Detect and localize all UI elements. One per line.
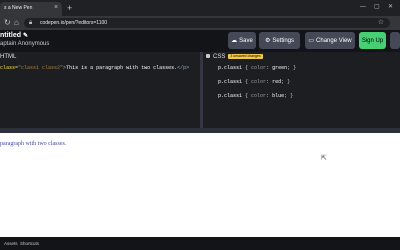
preview-paragraph: paragraph with two classes.: [0, 141, 67, 147]
css-rule[interactable]: p.class1 { color: green; }: [218, 65, 296, 72]
browser-toolbar: ↻ ⌂ 🔒︎ codepen.io/pen/?editors=1100 ☆: [0, 16, 400, 30]
change-view-label: Change View: [316, 37, 352, 44]
css-editor[interactable]: CSS 3 unsaved changes p.class1 { color: g…: [203, 52, 400, 128]
login-button[interactable]: [390, 32, 400, 49]
gear-icon[interactable]: [206, 54, 210, 58]
signup-label: Sign Up: [361, 37, 384, 44]
save-label: Save: [239, 37, 253, 44]
new-tab-icon[interactable]: +: [67, 3, 72, 13]
browser-tab[interactable]: s a New Pen ×: [0, 2, 62, 16]
html-attr-value: "class1 class2": [18, 65, 64, 71]
maximize-icon[interactable]: ▢: [374, 3, 380, 11]
pen-title-text: ntitled: [0, 32, 21, 39]
pen-title[interactable]: ntitled ✎: [0, 32, 28, 39]
url-text: codepen.io/pen/?editors=1100: [40, 20, 108, 26]
shortcuts-button[interactable]: Shortcuts: [20, 241, 39, 246]
css-editor-title: CSS: [213, 54, 226, 60]
minimize-icon[interactable]: —: [360, 3, 366, 11]
close-window-icon[interactable]: ✕: [388, 3, 393, 11]
home-icon[interactable]: ⌂: [14, 18, 19, 28]
reload-icon[interactable]: ↻: [4, 18, 11, 28]
tab-title: s a New Pen: [4, 5, 33, 11]
css-rule[interactable]: p.class1 { color: blue; }: [218, 93, 293, 100]
html-editor-title: HTML: [0, 54, 17, 60]
settings-label: Settings: [272, 37, 295, 44]
change-view-button[interactable]: ▭ Change View: [305, 32, 355, 49]
browser-tab-strip: s a New Pen × + — ▢ ✕: [0, 0, 400, 16]
preview-pane[interactable]: paragraph with two classes. ⇱: [0, 133, 400, 237]
settings-button[interactable]: ⚙ Settings: [259, 32, 300, 49]
cloud-icon: ☁: [231, 38, 238, 44]
html-editor-header: HTML: [0, 52, 16, 62]
gear-icon: ⚙: [264, 38, 271, 44]
lock-icon: 🔒︎: [29, 20, 33, 26]
pen-author: aptain Anonymous: [0, 41, 50, 47]
save-button[interactable]: ☁ Save: [228, 32, 256, 49]
pencil-icon[interactable]: ✎: [23, 33, 28, 39]
editor-area: HTML class="class1 class2">This is a par…: [0, 52, 400, 128]
codepen-header: ntitled ✎ aptain Anonymous ☁ Save ⚙ Setti…: [0, 30, 400, 52]
signup-button[interactable]: Sign Up: [359, 32, 386, 49]
html-code-line[interactable]: class="class1 class2">This is a paragrap…: [0, 65, 189, 72]
css-editor-header: CSS 3 unsaved changes: [206, 52, 263, 62]
html-attr: class: [0, 65, 16, 71]
html-editor[interactable]: HTML class="class1 class2">This is a par…: [0, 52, 200, 128]
css-rule[interactable]: p.class1 { color: red; }: [218, 79, 290, 86]
star-icon[interactable]: ☆: [378, 19, 384, 27]
unsaved-badge: 3 unsaved changes: [228, 53, 263, 59]
assets-button[interactable]: Assets: [4, 241, 18, 246]
html-text: This is a paragraph with two classes.: [66, 65, 178, 71]
address-bar[interactable]: 🔒︎ codepen.io/pen/?editors=1100 ☆: [24, 18, 390, 28]
tab-close-icon[interactable]: ×: [54, 4, 58, 12]
footer-bar: Assets Shortcuts: [0, 237, 400, 250]
mouse-cursor-icon: ⇱: [321, 155, 327, 162]
layout-icon: ▭: [308, 38, 315, 44]
html-close-tag: </p>: [177, 65, 190, 71]
